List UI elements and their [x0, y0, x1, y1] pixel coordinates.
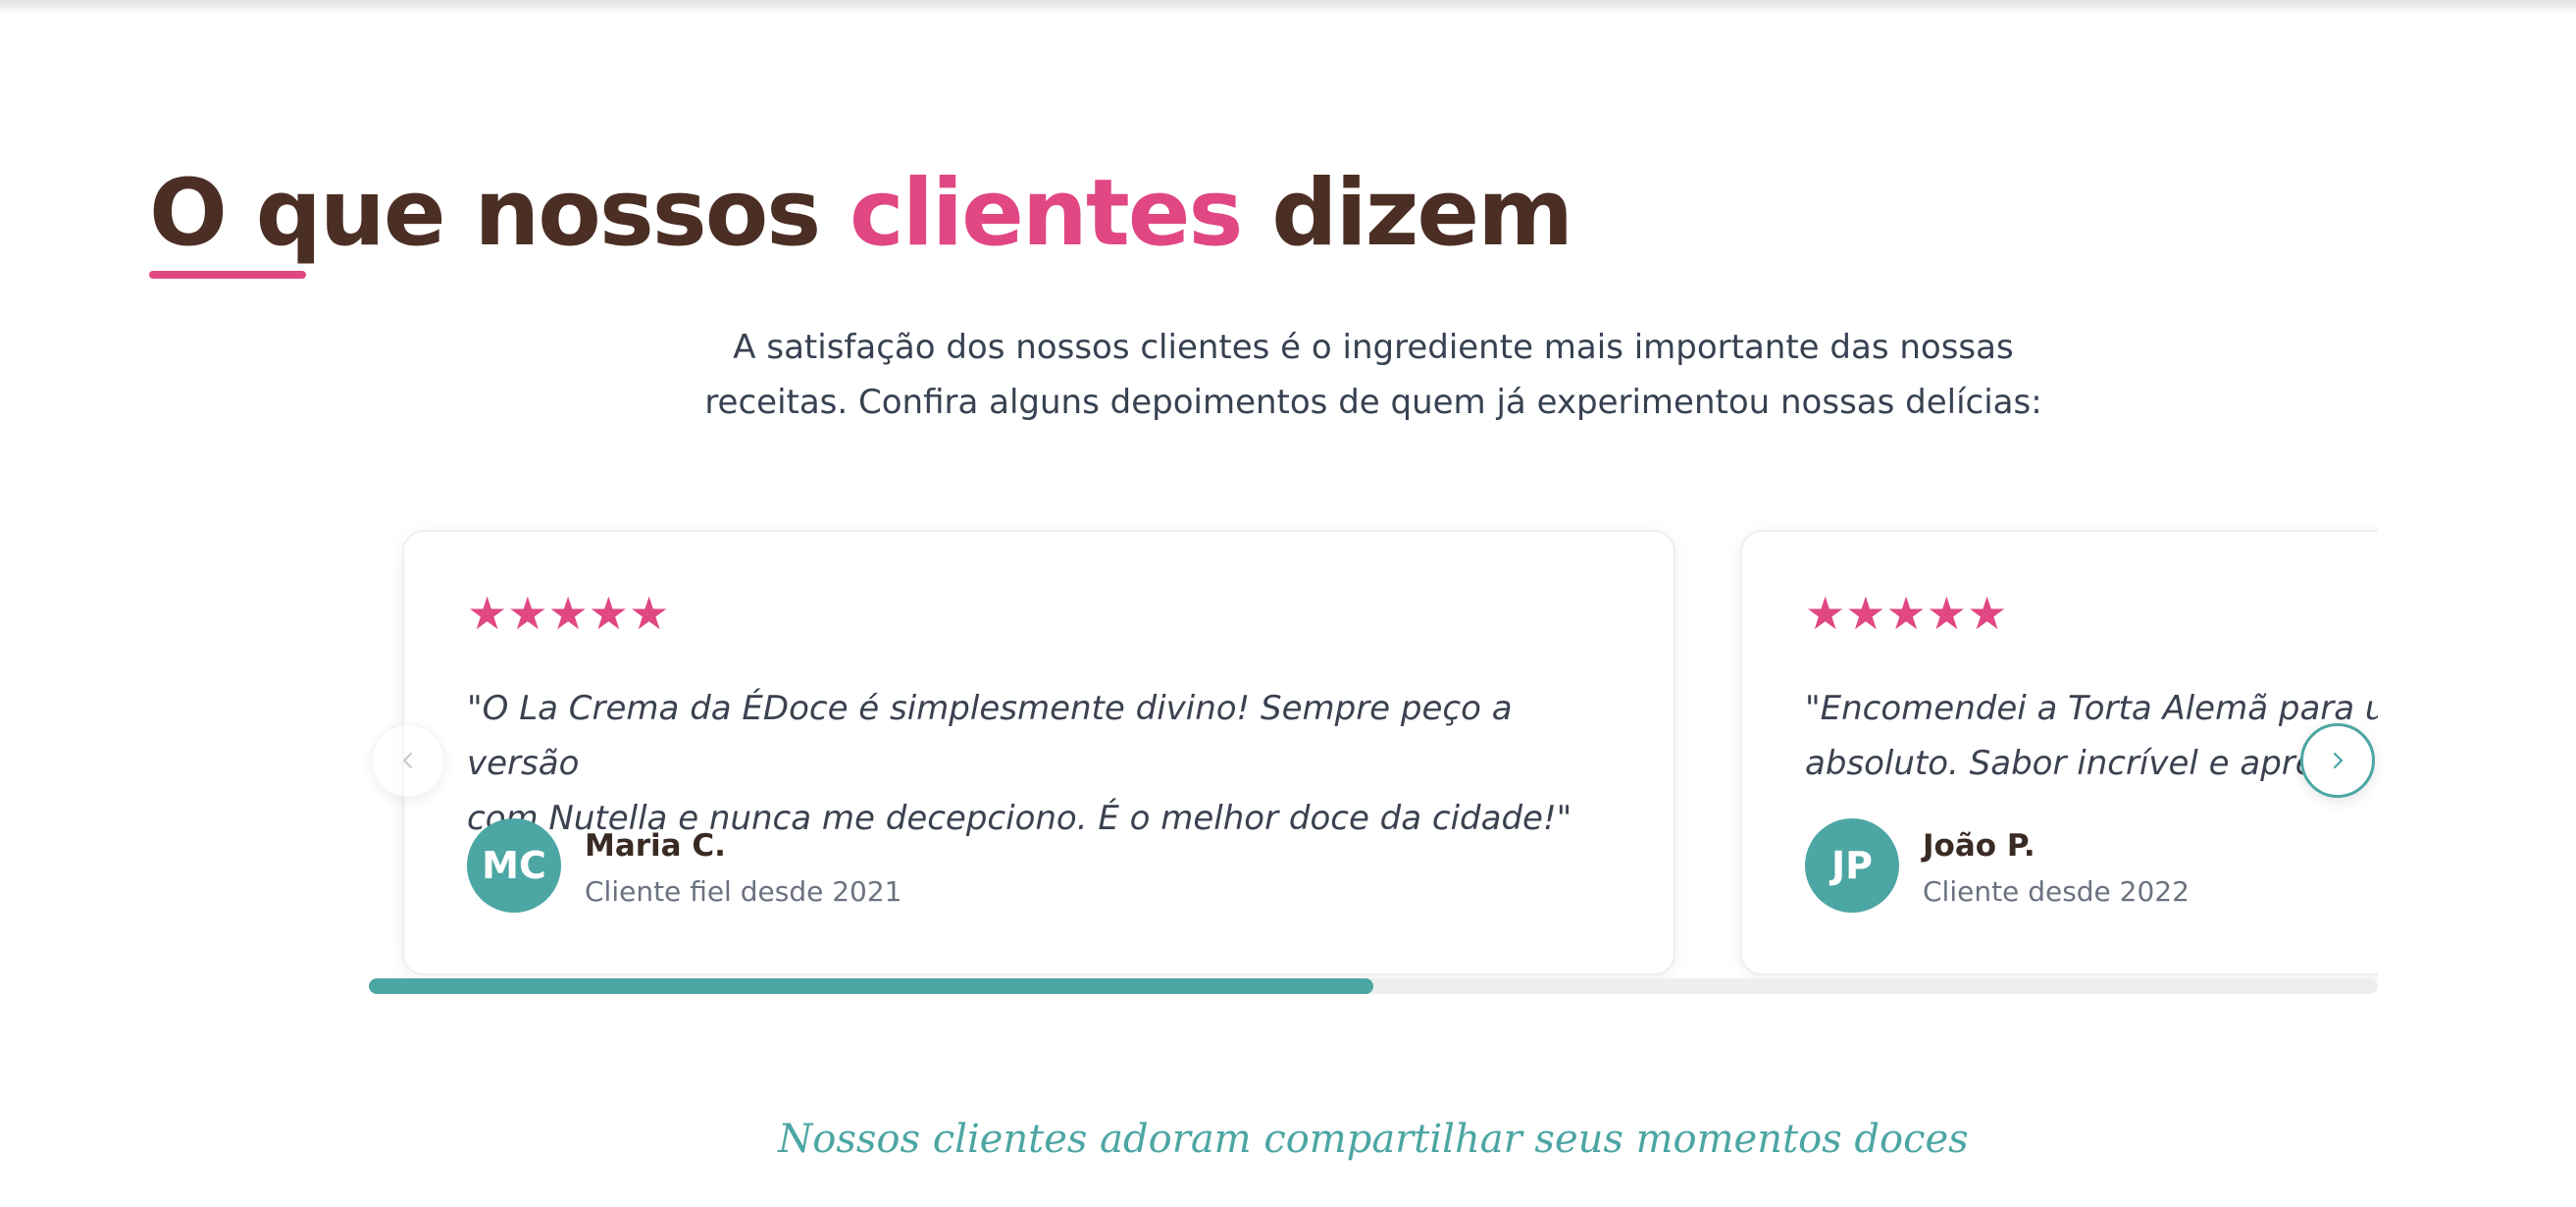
quote-line-2: absoluto. Sabor incrível e apres	[1805, 744, 2334, 783]
carousel-progress-fill	[369, 978, 1373, 994]
testimonial-card: ★★★★★ "Encomendei a Torta Alemã para um …	[1740, 530, 2378, 975]
chevron-left-icon	[402, 752, 413, 769]
section-intro: A satisfação dos nossos clientes é o ing…	[687, 320, 2060, 430]
carousel-prev-button[interactable]	[371, 723, 445, 798]
customer-name: Maria C.	[585, 828, 726, 864]
quote-line-1: "O La Crema da ÉDoce é simplesmente divi…	[467, 689, 1513, 783]
section-tagline: Nossos clientes adoram compartilhar seus…	[778, 1117, 1969, 1162]
heading-accent: clientes	[849, 160, 1243, 267]
intro-line-2: receitas. Confira alguns depoimentos de …	[704, 383, 2042, 422]
chevron-right-icon	[2333, 752, 2344, 769]
star-rating: ★★★★★	[1805, 587, 2008, 640]
testimonial-quote: "O La Crema da ÉDoce é simplesmente divi…	[467, 681, 1624, 846]
heading-underline	[149, 271, 306, 279]
customer-since: Cliente desde 2022	[1923, 875, 2190, 908]
customer-since: Cliente fiel desde 2021	[585, 875, 902, 908]
intro-line-1: A satisfação dos nossos clientes é o ing…	[733, 328, 2014, 367]
heading-part2: dizem	[1241, 160, 1573, 267]
customer-name: João P.	[1923, 828, 2035, 864]
testimonial-quote: "Encomendei a Torta Alemã para um absolu…	[1805, 681, 2378, 791]
quote-line-1: "Encomendei a Torta Alemã para um	[1805, 689, 2378, 728]
header-shadow	[0, 0, 2576, 14]
avatar: MC	[467, 818, 561, 913]
star-rating: ★★★★★	[467, 587, 670, 640]
section-heading: O que nossos clientes dizem	[149, 147, 1573, 281]
testimonial-card: ★★★★★ "O La Crema da ÉDoce é simplesment…	[402, 530, 1675, 975]
carousel-next-button[interactable]	[2300, 723, 2375, 798]
carousel-progress-track	[369, 978, 2378, 994]
avatar: JP	[1805, 818, 1899, 913]
testimonials-carousel[interactable]: ★★★★★ "O La Crema da ÉDoce é simplesment…	[369, 510, 2378, 1001]
heading-part1: O que nossos	[149, 160, 850, 267]
